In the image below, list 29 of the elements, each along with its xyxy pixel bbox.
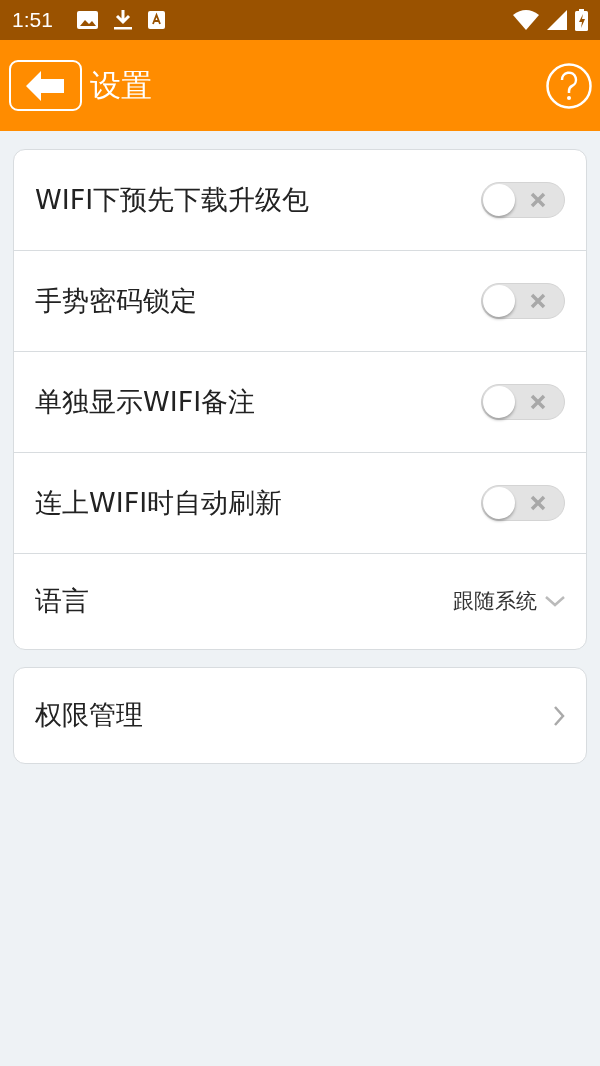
chevron-down-icon [545, 596, 565, 607]
toggle-switch[interactable] [481, 384, 565, 420]
image-icon [76, 11, 98, 29]
setting-label: WIFI下预先下载升级包 [35, 182, 310, 217]
x-icon [530, 495, 546, 511]
x-icon [530, 394, 546, 410]
setting-label: 连上WIFI时自动刷新 [35, 485, 283, 520]
back-button[interactable] [9, 60, 82, 111]
back-arrow-icon [25, 70, 66, 101]
x-icon [530, 293, 546, 309]
battery-icon [575, 9, 588, 31]
settings-row[interactable]: 权限管理 [14, 668, 586, 763]
toggle-switch[interactable] [481, 283, 565, 319]
language-dropdown[interactable]: 跟随系统 [453, 585, 565, 618]
download-icon [113, 10, 132, 30]
signal-icon [547, 10, 567, 30]
page-title: 设置 [90, 66, 152, 106]
font-icon [147, 11, 165, 29]
wifi-icon [513, 10, 539, 30]
setting-label: 语言 [35, 584, 89, 619]
setting-label: 手势密码锁定 [35, 283, 197, 318]
x-icon [530, 192, 546, 208]
status-time: 1:51 [12, 7, 53, 34]
setting-label: 单独显示WIFI备注 [35, 384, 256, 419]
help-icon[interactable] [546, 62, 592, 109]
toggle-switch[interactable] [481, 182, 565, 218]
toggle-switch[interactable] [481, 485, 565, 521]
setting-label: 权限管理 [35, 698, 143, 733]
chevron-right-icon [553, 704, 565, 727]
